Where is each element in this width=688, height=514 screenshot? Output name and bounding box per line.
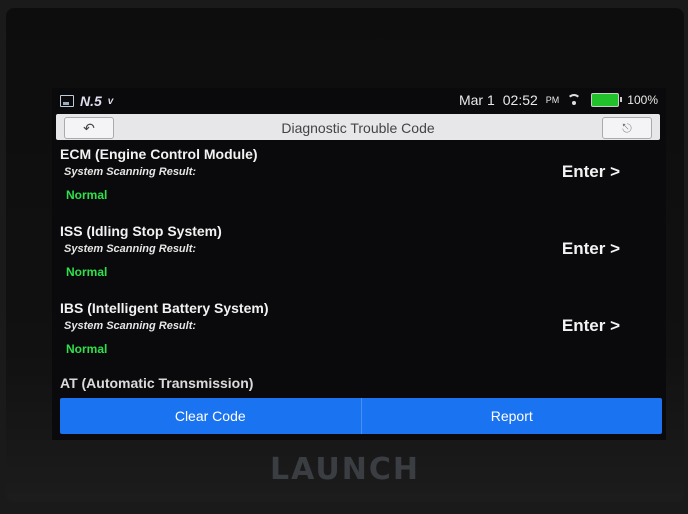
device-brand-logo: LAUNCH — [270, 452, 421, 487]
status-right: Mar 1 02:52 PM 100% — [459, 92, 658, 108]
gallery-icon — [60, 95, 74, 107]
clear-code-button[interactable]: Clear Code — [60, 398, 361, 434]
system-scan-label: System Scanning Result: — [64, 166, 197, 178]
system-scan-label: System Scanning Result: — [64, 320, 197, 332]
system-status: Normal — [66, 265, 108, 279]
system-name: IBS (Intelligent Battery System) — [60, 300, 269, 316]
system-scan-label: System Scanning Result: — [64, 243, 197, 255]
exit-button[interactable]: ⎋ — [602, 117, 652, 139]
enter-button[interactable]: Enter > — [562, 239, 620, 259]
status-left: N.5 v — [60, 93, 113, 109]
status-ampm: PM — [545, 95, 560, 105]
system-item-iss[interactable]: ISS (Idling Stop System) System Scanning… — [52, 221, 666, 298]
page-title: Diagnostic Trouble Code — [281, 120, 435, 136]
system-item-ecm[interactable]: ECM (Engine Control Module) System Scann… — [52, 144, 666, 221]
system-list: ECM (Engine Control Module) System Scann… — [52, 144, 666, 440]
system-name: ECM (Engine Control Module) — [60, 146, 258, 162]
system-status: Normal — [66, 342, 108, 356]
status-bar: N.5 v Mar 1 02:52 PM 100% — [52, 88, 666, 112]
system-name: AT (Automatic Transmission) — [60, 375, 254, 391]
system-name: ISS (Idling Stop System) — [60, 223, 222, 239]
app-logo-suffix: v — [107, 95, 114, 107]
status-time: 02:52 — [502, 92, 538, 108]
wifi-icon — [567, 94, 583, 106]
report-button[interactable]: Report — [362, 398, 663, 434]
battery-icon — [591, 93, 623, 107]
enter-button[interactable]: Enter > — [562, 316, 620, 336]
title-bar: ↶ Diagnostic Trouble Code ⎋ — [56, 114, 660, 140]
system-status: Normal — [66, 188, 108, 202]
app-logo: N.5 — [80, 93, 102, 109]
device-screen: N.5 v Mar 1 02:52 PM 100% ↶ Diagnostic T… — [52, 88, 666, 440]
status-date: Mar 1 — [458, 92, 495, 108]
action-bar: Clear Code Report — [60, 398, 662, 434]
exit-icon: ⎋ — [622, 120, 632, 135]
system-item-ibs[interactable]: IBS (Intelligent Battery System) System … — [52, 298, 666, 375]
battery-percent: 100% — [627, 93, 658, 107]
enter-button[interactable]: Enter > — [562, 162, 620, 182]
